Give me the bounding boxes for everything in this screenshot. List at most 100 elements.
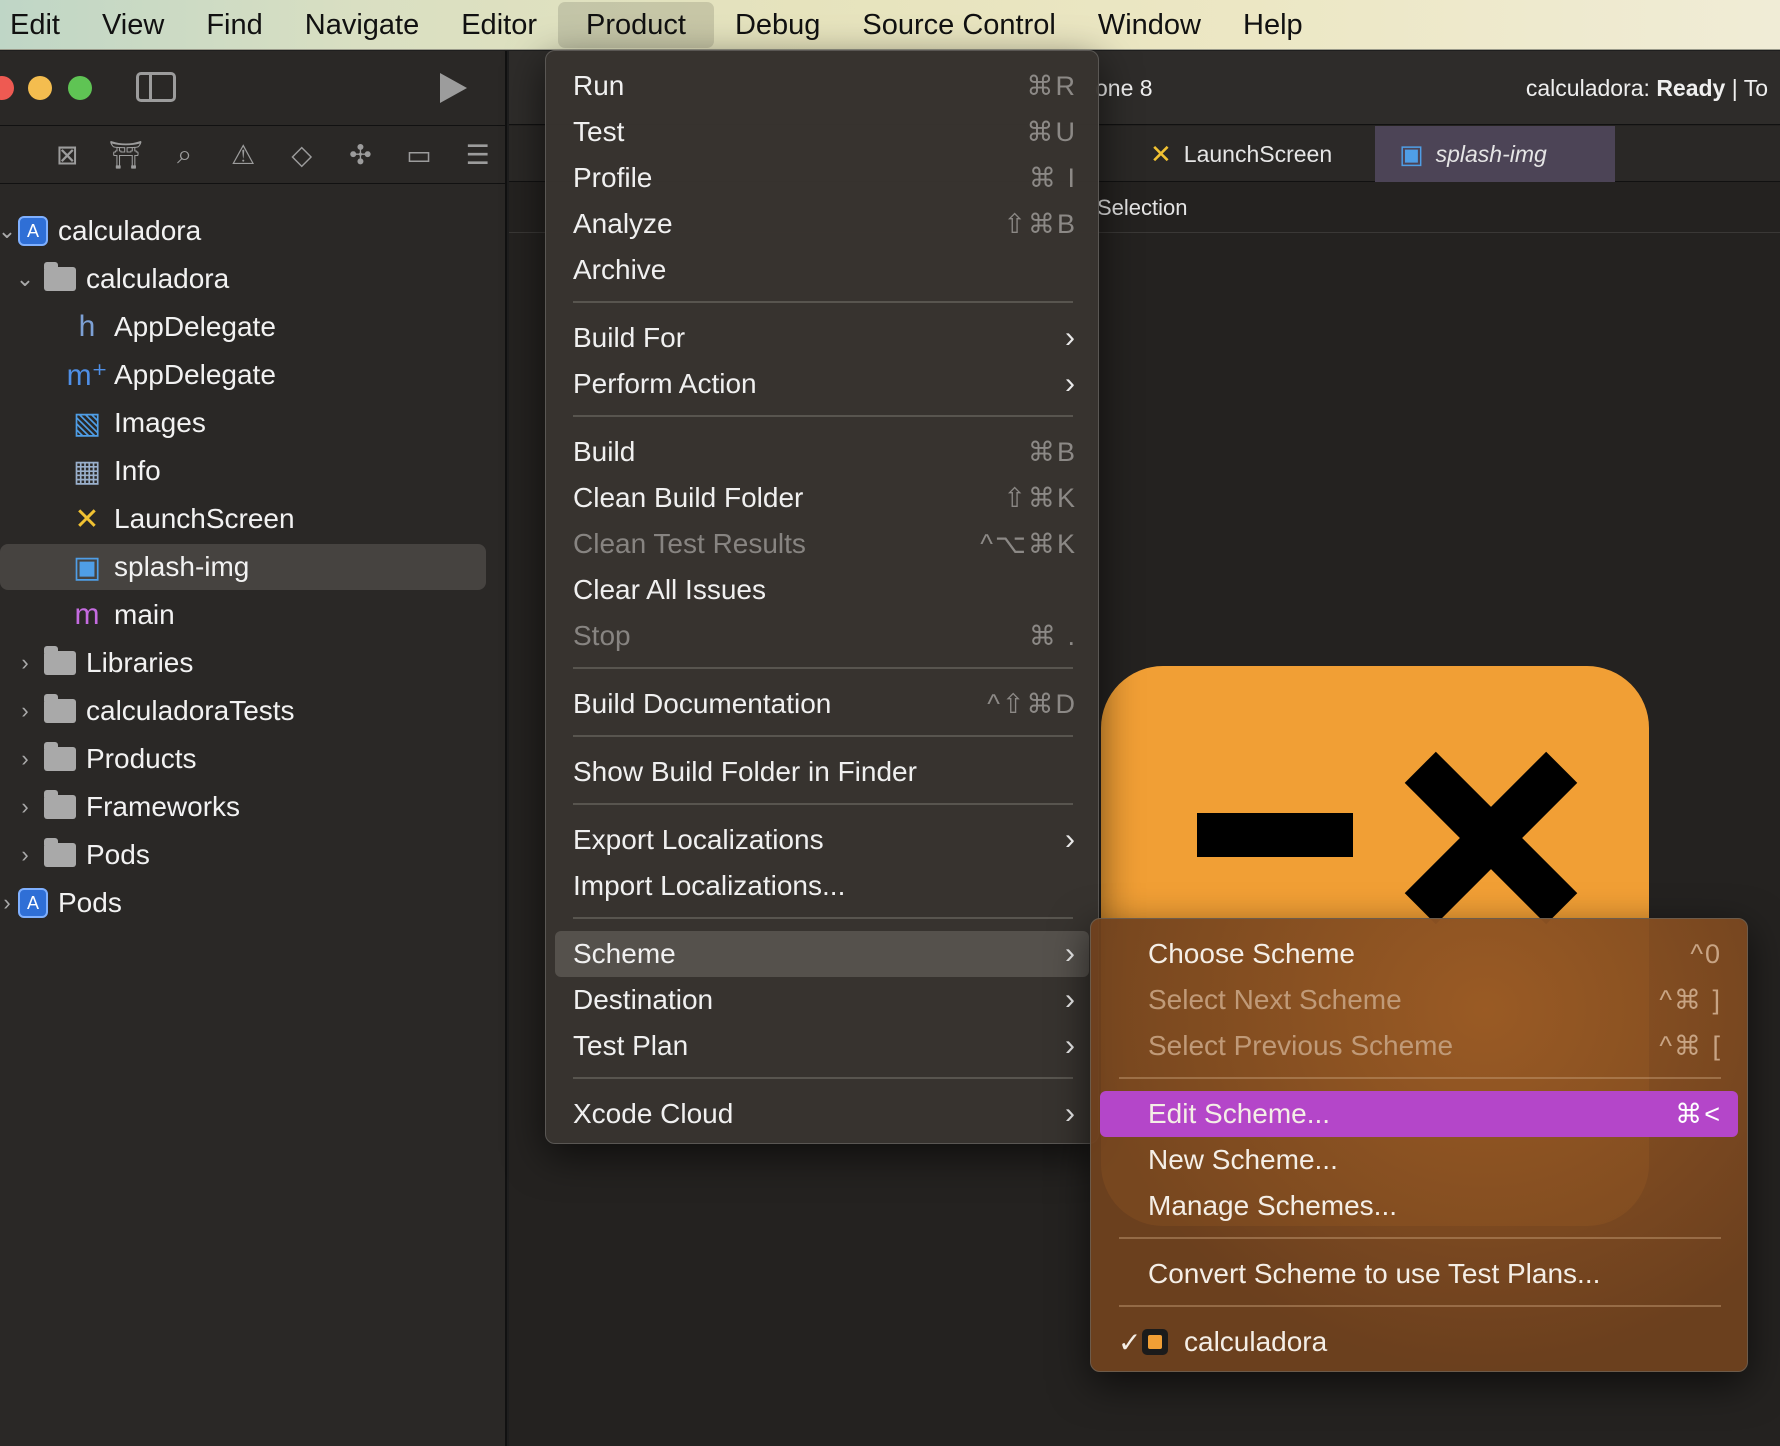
chevron-right-icon[interactable]: › <box>0 890 18 916</box>
menu-item-test-plan[interactable]: Test Plan › <box>555 1023 1089 1069</box>
chevron-right-icon[interactable]: › <box>14 746 36 772</box>
menu-item-label: Choose Scheme <box>1148 938 1356 969</box>
menu-product[interactable]: Product <box>557 1 714 48</box>
submenu-item-select-next-scheme: Select Next Scheme ^⌘ ] <box>1100 977 1738 1023</box>
menu-separator <box>573 667 1073 669</box>
search-icon[interactable]: ⌕ <box>155 135 214 175</box>
submenu-item-choose-scheme[interactable]: Choose Scheme ^0 <box>1100 931 1738 977</box>
report-icon[interactable]: ☰ <box>448 135 507 175</box>
tree-item-splash-img[interactable]: ▣ splash-img <box>0 544 486 590</box>
minus-icon <box>1197 813 1353 857</box>
menu-item-clean-build-folder[interactable]: Clean Build Folder ⇧⌘K <box>555 475 1089 521</box>
shortcut-label: ^0 <box>1690 938 1722 969</box>
submenu-item-select-previous-scheme: Select Previous Scheme ^⌘ [ <box>1100 1023 1738 1069</box>
chevron-right-icon[interactable]: › <box>14 794 36 820</box>
menu-editor[interactable]: Editor <box>440 0 558 50</box>
warning-icon[interactable]: ⚠ <box>214 135 273 175</box>
app-scheme-icon <box>1142 1329 1168 1355</box>
breakpoint-icon[interactable]: ▭ <box>390 135 449 175</box>
folder-icon <box>44 838 76 867</box>
tree-item-appdelegate-h[interactable]: h AppDelegate <box>70 304 276 350</box>
run-icon[interactable] <box>440 73 467 103</box>
shortcut-label: ⇧⌘K <box>1003 482 1077 513</box>
sidebar-toggle-icon[interactable] <box>136 72 176 102</box>
menu-item-build-for[interactable]: Build For › <box>555 315 1089 361</box>
shortcut-label: ⇧⌘B <box>1003 208 1077 239</box>
submenu-item-new-scheme[interactable]: New Scheme... <box>1100 1137 1738 1183</box>
chevron-right-icon[interactable]: › <box>14 842 36 868</box>
status-app: calculadora: <box>1525 75 1650 101</box>
test-icon[interactable]: ◇ <box>273 135 332 175</box>
tree-item-launchscreen[interactable]: ✕ LaunchScreen <box>70 496 294 542</box>
image-icon: ▣ <box>1399 138 1424 169</box>
objc-file-icon: m <box>74 598 100 631</box>
menu-help[interactable]: Help <box>1222 0 1324 50</box>
close-window-button[interactable] <box>0 76 14 100</box>
menu-item-profile[interactable]: Profile ⌘ I <box>555 155 1089 201</box>
folder-icon <box>44 262 76 291</box>
menu-find[interactable]: Find <box>185 0 283 50</box>
debug-icon[interactable]: ✣ <box>331 135 390 175</box>
tree-item-libraries[interactable]: › Libraries <box>14 640 193 686</box>
menu-item-label: calculadora <box>1184 1326 1328 1357</box>
menu-item-test[interactable]: Test ⌘U <box>555 109 1089 155</box>
submenu-item-scheme-calculadora[interactable]: ✓ calculadora <box>1100 1319 1738 1365</box>
menu-item-scheme[interactable]: Scheme › <box>555 931 1089 977</box>
menu-source-control[interactable]: Source Control <box>841 0 1076 50</box>
menu-item-label: Import Localizations... <box>573 870 846 901</box>
jump-bar-label[interactable]: Selection <box>1097 195 1188 221</box>
chevron-down-icon[interactable]: ⌄ <box>0 218 18 244</box>
menu-item-label: Build <box>573 436 636 467</box>
menu-item-label: Analyze <box>573 208 673 239</box>
menu-item-perform-action[interactable]: Perform Action › <box>555 361 1089 407</box>
hierarchy-icon[interactable]: ⛩ <box>97 135 156 175</box>
tree-item-main[interactable]: m main <box>70 592 175 638</box>
tree-item-images[interactable]: ▧ Images <box>70 400 206 446</box>
product-menu: Run ⌘R Test ⌘U Profile ⌘ I Analyze ⇧⌘B Archi… <box>545 50 1099 1144</box>
submenu-item-convert-scheme[interactable]: Convert Scheme to use Test Plans... <box>1100 1251 1738 1297</box>
tree-item-label: Info <box>114 455 161 486</box>
menu-item-analyze[interactable]: Analyze ⇧⌘B <box>555 201 1089 247</box>
menu-item-label: Manage Schemes... <box>1148 1190 1398 1221</box>
tree-item-calculadoratests[interactable]: › calculadoraTests <box>14 688 295 734</box>
menu-item-export-localizations[interactable]: Export Localizations › <box>555 817 1089 863</box>
tree-item-project-calculadora[interactable]: ⌄ A calculadora <box>0 208 201 254</box>
tree-item-frameworks[interactable]: › Frameworks <box>14 784 240 830</box>
tree-item-info[interactable]: ▦ Info <box>70 448 161 494</box>
menu-item-build-documentation[interactable]: Build Documentation ^⇧⌘D <box>555 681 1089 727</box>
menu-item-import-localizations[interactable]: Import Localizations... <box>555 863 1089 909</box>
status-state: Ready <box>1656 75 1726 101</box>
menu-edit[interactable]: Edit <box>0 0 81 50</box>
menu-navigate[interactable]: Navigate <box>284 0 440 50</box>
menu-item-archive[interactable]: Archive <box>555 247 1089 293</box>
tree-item-pods-folder[interactable]: › Pods <box>14 832 150 878</box>
submenu-item-manage-schemes[interactable]: Manage Schemes... <box>1100 1183 1738 1229</box>
source-control-icon[interactable]: ⊠ <box>38 135 97 175</box>
chevron-down-icon[interactable]: ⌄ <box>14 266 36 292</box>
menu-item-destination[interactable]: Destination › <box>555 977 1089 1023</box>
tree-item-products[interactable]: › Products <box>14 736 197 782</box>
zoom-window-button[interactable] <box>68 76 92 100</box>
menu-item-label: Build For <box>573 322 686 353</box>
menu-bar: Edit View Find Navigate Editor Product D… <box>0 0 1780 50</box>
menu-item-run[interactable]: Run ⌘R <box>555 63 1089 109</box>
destination-selector[interactable]: one 8 <box>1095 75 1153 102</box>
folder-icon <box>44 694 76 723</box>
chevron-right-icon[interactable]: › <box>14 698 36 724</box>
menu-item-show-build-folder[interactable]: Show Build Folder in Finder <box>555 749 1089 795</box>
submenu-item-edit-scheme[interactable]: Edit Scheme... ⌘< <box>1100 1091 1738 1137</box>
menu-view[interactable]: View <box>81 0 185 50</box>
menu-item-clear-all-issues[interactable]: Clear All Issues <box>555 567 1089 613</box>
chevron-right-icon[interactable]: › <box>14 650 36 676</box>
tab-splash-img[interactable]: ▣ splash-img <box>1375 126 1615 182</box>
tree-item-folder-calculadora[interactable]: ⌄ calculadora <box>14 256 229 302</box>
menu-debug[interactable]: Debug <box>714 0 841 50</box>
tab-launchscreen[interactable]: ✕ LaunchScreen <box>1126 126 1356 182</box>
tree-item-appdelegate-m[interactable]: m⁺ AppDelegate <box>67 352 276 398</box>
tree-item-pods-project[interactable]: › A Pods <box>0 880 122 926</box>
menu-item-label: Xcode Cloud <box>573 1098 734 1129</box>
menu-item-build[interactable]: Build ⌘B <box>555 429 1089 475</box>
menu-window[interactable]: Window <box>1077 0 1222 50</box>
menu-item-xcode-cloud[interactable]: Xcode Cloud › <box>555 1091 1089 1137</box>
minimize-window-button[interactable] <box>28 76 52 100</box>
